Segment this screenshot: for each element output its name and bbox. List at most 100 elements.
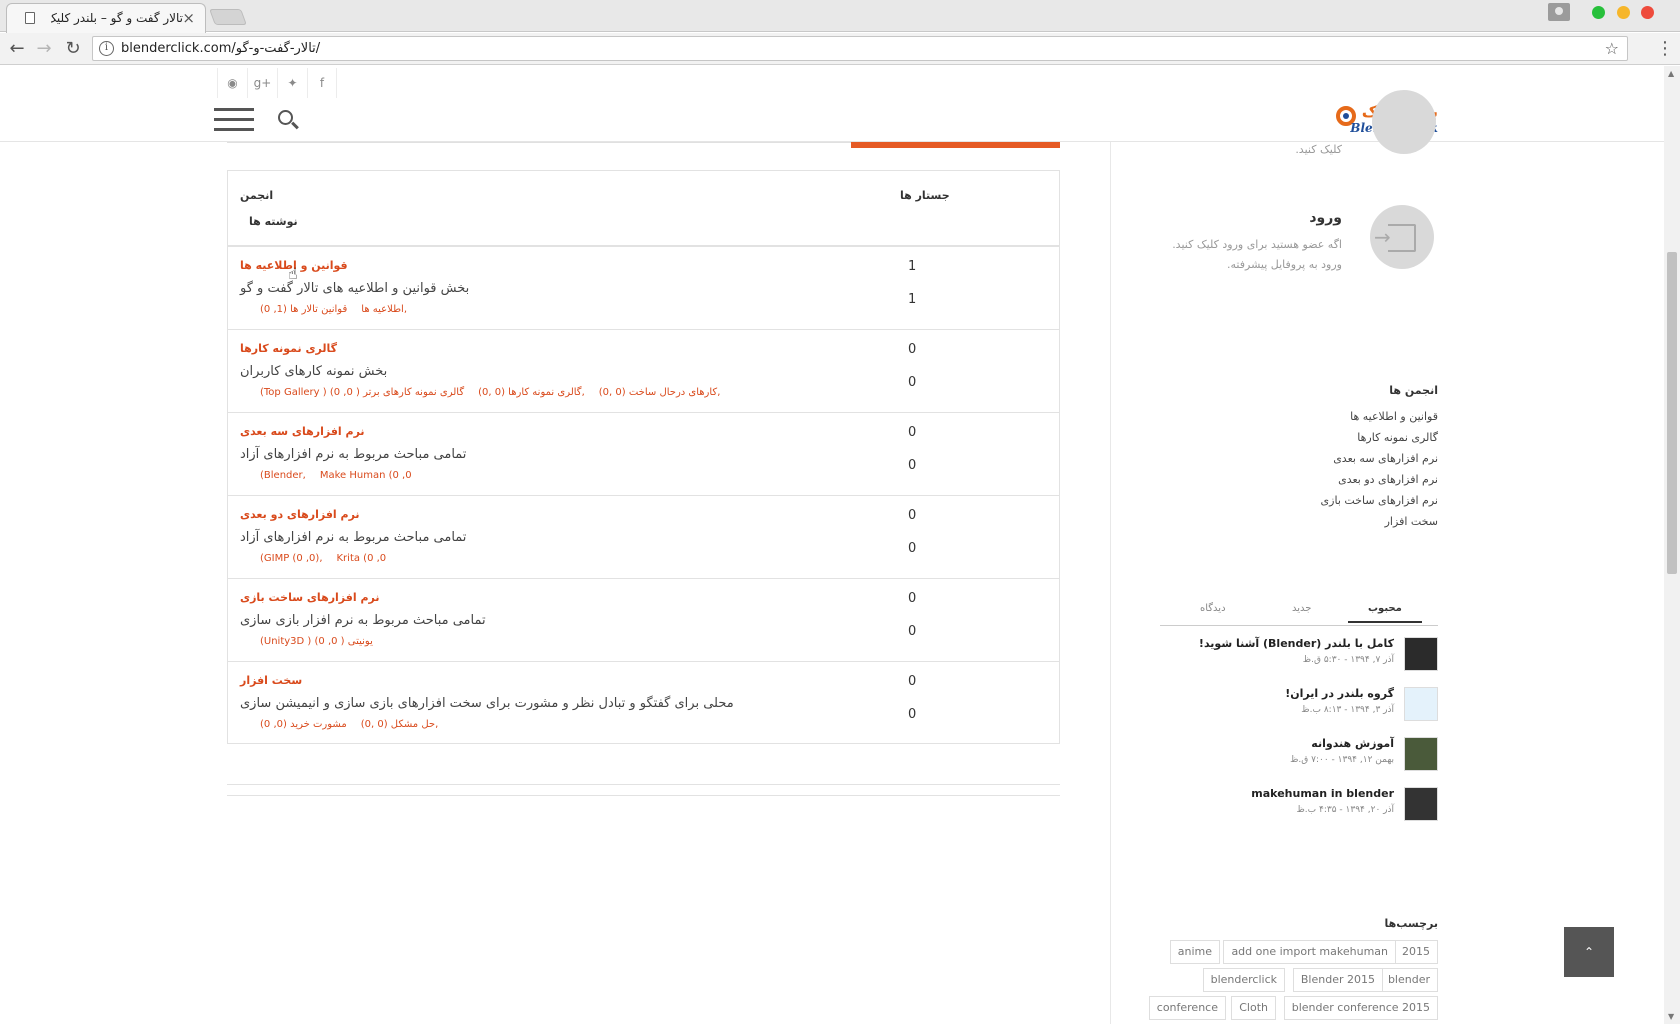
topic-count: 0 — [908, 425, 917, 440]
register-hint: کلیک کنید. — [1295, 143, 1342, 156]
address-bar[interactable]: i blenderclick.com/تالار-گفت-و-گو/ ☆ — [92, 36, 1628, 61]
forum-row: قوانین و اطلاعیه ها بخش قوانین و اطلاعیه… — [228, 246, 1059, 329]
col-posts: نوشته ها — [249, 215, 298, 228]
posts-tabs: دیدگاه جدید محبوب — [1160, 596, 1438, 626]
tag-link[interactable]: conference — [1148, 996, 1226, 1020]
post-date: آذر ۷, ۱۳۹۴ - ۵:۳۰ ق.ظ — [1302, 655, 1394, 665]
tag-link[interactable]: 2015 — [1394, 940, 1438, 964]
tags-widget-title: برچسب‌ها — [1384, 917, 1439, 930]
sidebar-forum-link[interactable]: نرم افزارهای سه بعدی — [1321, 448, 1438, 469]
forward-arrow-icon[interactable]: → — [33, 38, 55, 59]
subforum-links: (Blender, Make Human (0 ,0 — [260, 470, 412, 481]
login-title[interactable]: ورود — [1309, 210, 1342, 226]
subforum-link[interactable]: کارهای درحال ساخت (0 ,0), — [599, 387, 721, 398]
popular-post[interactable]: آموزش هندوانه بهمن ۱۲, ۱۳۹۴ - ۷:۰۰ ق.ظ — [1170, 737, 1438, 781]
page-icon — [25, 12, 35, 24]
post-title[interactable]: گروه بلندر در ایران! — [1285, 687, 1394, 700]
forum-title-link[interactable]: نرم افزارهای سه بعدی — [240, 425, 365, 438]
url-text[interactable]: blenderclick.com/تالار-گفت-و-گو/ — [121, 41, 320, 56]
subforum-link[interactable]: (0 ,1) قوانین تالار ها — [260, 304, 347, 315]
post-title[interactable]: کامل با بلندر (Blender) آشنا شوید! — [1199, 637, 1394, 650]
social-links: ◉ g+ ✦ f — [217, 68, 337, 98]
forum-title-link[interactable]: سخت افزار — [240, 674, 302, 687]
sidebar-forum-link[interactable]: قوانین و اطلاعیه ها — [1321, 406, 1438, 427]
subforum-link[interactable]: Make Human (0 ,0 — [320, 470, 412, 481]
tab-comments[interactable]: دیدگاه — [1200, 603, 1226, 614]
close-window-button[interactable] — [1641, 6, 1654, 19]
sidebar-divider — [1110, 142, 1111, 1024]
subforum-link[interactable]: اطلاعیه ها, — [361, 304, 407, 315]
forum-row: نرم افزارهای ساخت بازی تمامی مباحث مربوط… — [228, 578, 1059, 661]
popular-post[interactable]: کامل با بلندر (Blender) آشنا شوید! آذر ۷… — [1170, 637, 1438, 681]
tag-row: blender conference 2015 Cloth conference — [1148, 996, 1438, 1022]
forums-widget-title: انجمن ها — [1389, 384, 1438, 397]
tab-popular[interactable]: محبوب — [1348, 603, 1422, 623]
sidebar-forum-link[interactable]: نرم افزارهای دو بعدی — [1321, 469, 1438, 490]
subforum-link[interactable]: (GIMP (0 ,0), — [260, 553, 323, 564]
subforum-link[interactable]: Krita (0 ,0 — [337, 553, 387, 564]
sidebar-forum-link[interactable]: گالری نمونه کارها — [1321, 427, 1438, 448]
subforum-link[interactable]: حل مشکل (0 ,0), — [361, 719, 439, 730]
tab-title: تالار گفت و گو – بلندر کلیک — [51, 11, 183, 25]
tag-link[interactable]: Cloth — [1231, 996, 1276, 1020]
forum-description: بخش نمونه کارهای کاربران — [240, 364, 388, 379]
scrollbar-thumb[interactable] — [1667, 252, 1677, 574]
site-info-icon[interactable]: i — [99, 41, 114, 56]
rss-icon[interactable]: ◉ — [217, 68, 247, 98]
accent-bar — [851, 142, 1060, 148]
subforum-link[interactable]: (0 ,0) مشورت خرید — [260, 719, 347, 730]
profile-icon[interactable] — [1548, 3, 1570, 21]
subforum-link[interactable]: (Unity3D ) (0 ,0 ) یونیتی — [260, 636, 373, 647]
twitter-icon[interactable]: ✦ — [277, 68, 307, 98]
close-tab-icon[interactable]: × — [182, 9, 195, 27]
search-icon[interactable] — [278, 110, 293, 125]
browser-tab[interactable]: تالار گفت و گو – بلندر کلیک × — [6, 3, 206, 33]
forum-title-link[interactable]: گالری نمونه کارها — [240, 342, 337, 355]
page-scrollbar[interactable]: ▲ ▼ — [1664, 66, 1680, 1024]
sidebar-forum-link[interactable]: سخت افزار — [1321, 511, 1438, 532]
subforum-link[interactable]: (Blender, — [260, 470, 306, 481]
back-arrow-icon[interactable]: ← — [6, 38, 28, 59]
browser-menu-icon[interactable]: ⋮ — [1656, 38, 1674, 59]
subforum-link[interactable]: (Top Gallery ) (0 ,0 ) گالری نمونه کارها… — [260, 387, 464, 398]
scroll-down-icon[interactable]: ▼ — [1668, 1012, 1674, 1021]
topic-count: 0 — [908, 342, 917, 357]
post-count: 0 — [908, 707, 917, 722]
topic-count: 0 — [908, 591, 917, 606]
tag-link[interactable]: Blender 2015 — [1292, 968, 1383, 992]
tab-new[interactable]: جدید — [1292, 603, 1311, 614]
hamburger-menu-icon[interactable] — [214, 108, 254, 132]
post-thumbnail[interactable] — [1404, 737, 1438, 771]
forum-title-link[interactable]: نرم افزارهای دو بعدی — [240, 508, 360, 521]
subforum-links: (Top Gallery ) (0 ,0 ) گالری نمونه کارها… — [260, 387, 720, 398]
popular-post[interactable]: گروه بلندر در ایران! آذر ۳, ۱۳۹۴ - ۸:۱۳ … — [1170, 687, 1438, 731]
post-title[interactable]: آموزش هندوانه — [1311, 737, 1394, 750]
reload-icon[interactable]: ↻ — [62, 38, 84, 59]
maximize-window-button[interactable] — [1592, 6, 1605, 19]
bookmark-star-icon[interactable]: ☆ — [1605, 39, 1619, 58]
tag-link[interactable]: blender conference 2015 — [1283, 996, 1438, 1020]
subforum-link[interactable]: گالری نمونه کارها (0 ,0), — [478, 387, 585, 398]
topic-count: 0 — [908, 508, 917, 523]
register-circle[interactable] — [1372, 90, 1436, 154]
popular-post[interactable]: makehuman in blender آذر ۲۰, ۱۳۹۴ - ۴:۳۵… — [1170, 787, 1438, 831]
tag-link[interactable]: anime — [1169, 940, 1220, 964]
forums-widget-list: قوانین و اطلاعیه ها گالری نمونه کارها نر… — [1321, 406, 1438, 532]
tag-link[interactable]: blender — [1379, 968, 1438, 992]
forum-title-link[interactable]: نرم افزارهای ساخت بازی — [240, 591, 379, 604]
minimize-window-button[interactable] — [1617, 6, 1630, 19]
scroll-to-top-button[interactable]: ⌃ — [1564, 927, 1614, 977]
post-thumbnail[interactable] — [1404, 687, 1438, 721]
new-tab-button[interactable] — [209, 9, 247, 25]
tag-link[interactable]: add one import makehuman — [1223, 940, 1396, 964]
post-title[interactable]: makehuman in blender — [1251, 787, 1394, 800]
post-date: آذر ۳, ۱۳۹۴ - ۸:۱۳ ب.ظ — [1301, 705, 1394, 715]
facebook-icon[interactable]: f — [307, 68, 337, 98]
scroll-up-icon[interactable]: ▲ — [1668, 69, 1674, 78]
post-thumbnail[interactable] — [1404, 787, 1438, 821]
tag-link[interactable]: blenderclick — [1202, 968, 1285, 992]
google-plus-icon[interactable]: g+ — [247, 68, 277, 98]
post-thumbnail[interactable] — [1404, 637, 1438, 671]
hand-cursor-icon: ☝ — [288, 264, 298, 283]
sidebar-forum-link[interactable]: نرم افزارهای ساخت بازی — [1321, 490, 1438, 511]
